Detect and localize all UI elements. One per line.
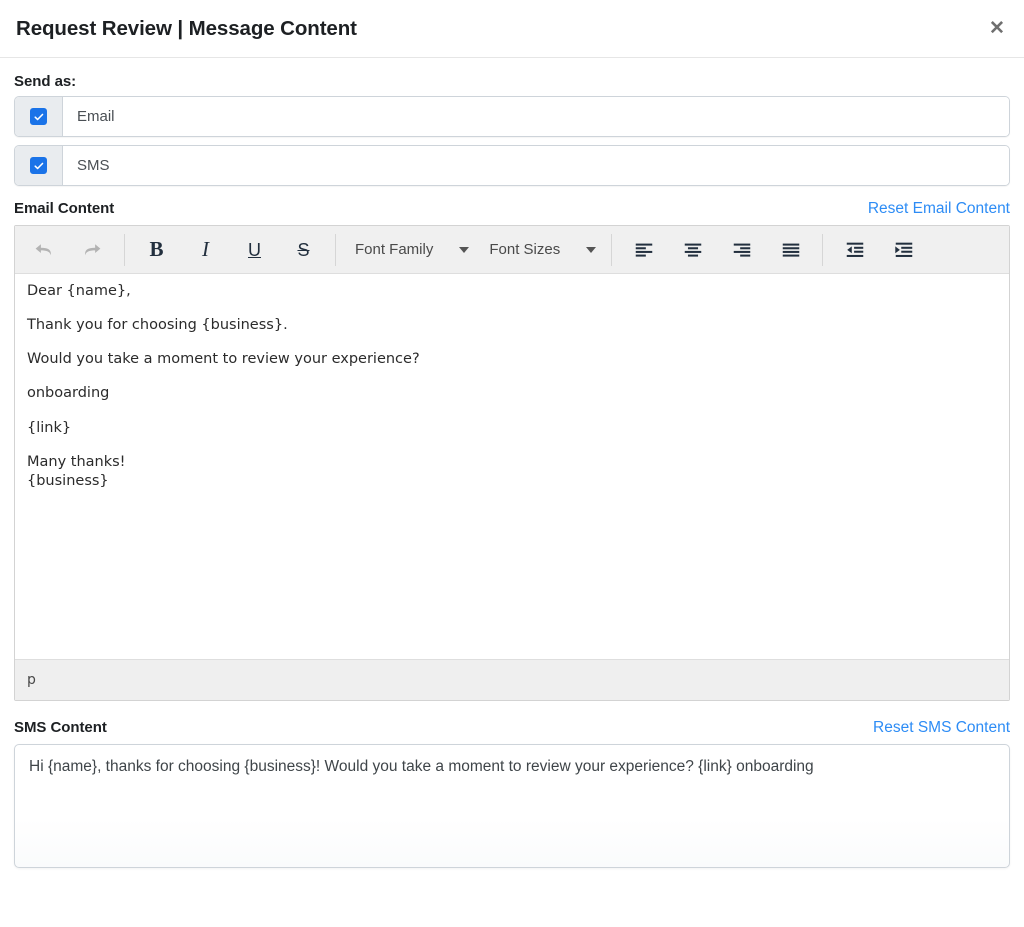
font-family-label: Font Family <box>355 241 434 258</box>
email-paragraph: Thank you for choosing {business}. <box>27 317 288 334</box>
chevron-down-icon <box>586 246 597 253</box>
reset-sms-content-link[interactable]: Reset SMS Content <box>873 719 1010 737</box>
element-path: p <box>27 672 36 688</box>
align-justify-icon <box>782 243 799 257</box>
align-center-icon <box>684 243 701 257</box>
email-closing-line-2: {business} <box>27 473 109 490</box>
font-size-select[interactable]: Font Sizes <box>477 231 604 269</box>
modal-body: Send as: Email SMS Email Content Reset E… <box>0 58 1024 868</box>
underline-icon: U <box>248 239 261 260</box>
editor-toolbar: B I U S Font Family Font Sizes <box>15 226 1009 274</box>
sms-content-title: SMS Content <box>14 719 107 736</box>
page-title: Request Review | Message Content <box>16 16 357 40</box>
italic-icon: I <box>202 237 209 261</box>
email-body-content[interactable]: Dear {name}, Thank you for choosing {bus… <box>15 274 1009 659</box>
sms-content-header: SMS Content Reset SMS Content <box>14 719 1010 737</box>
chevron-down-icon <box>459 246 470 253</box>
toolbar-separator <box>611 233 613 266</box>
indent-icon <box>895 242 912 257</box>
send-as-sms-label: SMS <box>63 146 1009 185</box>
underline-button[interactable]: U <box>230 231 279 269</box>
toolbar-separator <box>822 233 824 266</box>
align-left-icon <box>635 243 652 257</box>
outdent-button[interactable] <box>830 231 879 269</box>
strikethrough-button[interactable]: S <box>279 231 328 269</box>
toolbar-separator <box>124 233 125 266</box>
toolbar-group-fonts: Font Family Font Sizes <box>343 226 604 273</box>
align-left-button[interactable] <box>619 231 668 269</box>
email-paragraph: Would you take a moment to review your e… <box>27 351 420 368</box>
send-as-label: Send as: <box>14 73 77 90</box>
italic-button[interactable]: I <box>181 231 230 269</box>
align-right-icon <box>733 243 750 257</box>
redo-icon[interactable] <box>68 231 117 269</box>
outdent-icon <box>846 242 863 257</box>
align-right-button[interactable] <box>717 231 766 269</box>
send-as-email-checkbox-cell[interactable] <box>15 97 63 136</box>
modal-header: Request Review | Message Content ✕ <box>0 0 1024 58</box>
toolbar-group-history <box>19 226 117 273</box>
font-size-label: Font Sizes <box>489 241 561 258</box>
undo-arrow-icon <box>35 244 51 256</box>
send-as-email-label: Email <box>63 97 1009 136</box>
close-icon[interactable]: ✕ <box>984 16 1010 42</box>
email-content-header: Email Content Reset Email Content <box>14 200 1010 218</box>
sms-content-textarea[interactable] <box>14 744 1010 868</box>
align-center-button[interactable] <box>668 231 717 269</box>
editor-status-bar: p <box>15 659 1009 700</box>
email-closing-line-1: Many thanks! <box>27 453 126 470</box>
strikethrough-icon: S <box>297 239 310 260</box>
toolbar-group-indent <box>830 226 928 273</box>
check-icon <box>33 162 43 169</box>
email-closing-paragraph: Many thanks! {business} <box>27 453 997 492</box>
email-paragraph: onboarding <box>27 385 110 402</box>
bold-icon: B <box>149 237 164 261</box>
undo-icon[interactable] <box>19 231 68 269</box>
reset-email-content-link[interactable]: Reset Email Content <box>868 200 1010 218</box>
bold-button[interactable]: B <box>132 231 181 269</box>
toolbar-group-align <box>619 226 815 273</box>
font-family-select[interactable]: Font Family <box>343 231 477 269</box>
send-as-row-sms[interactable]: SMS <box>14 145 1010 186</box>
send-as-sms-checkbox-cell[interactable] <box>15 146 63 185</box>
email-rich-text-editor: B I U S Font Family Font Sizes Dear {nam… <box>14 225 1010 701</box>
align-justify-button[interactable] <box>766 231 815 269</box>
redo-arrow-icon <box>85 244 101 256</box>
send-as-group: Email SMS <box>14 96 1010 186</box>
send-as-sms-checkbox[interactable] <box>30 157 47 174</box>
send-as-row-email[interactable]: Email <box>14 96 1010 137</box>
email-paragraph: {link} <box>27 419 72 436</box>
toolbar-separator <box>335 233 336 266</box>
send-as-email-checkbox[interactable] <box>30 108 47 125</box>
email-paragraph: Dear {name}, <box>27 283 131 299</box>
check-icon <box>33 113 43 120</box>
toolbar-group-format: B I U S <box>132 226 328 273</box>
indent-button[interactable] <box>879 231 928 269</box>
email-content-title: Email Content <box>14 200 115 217</box>
